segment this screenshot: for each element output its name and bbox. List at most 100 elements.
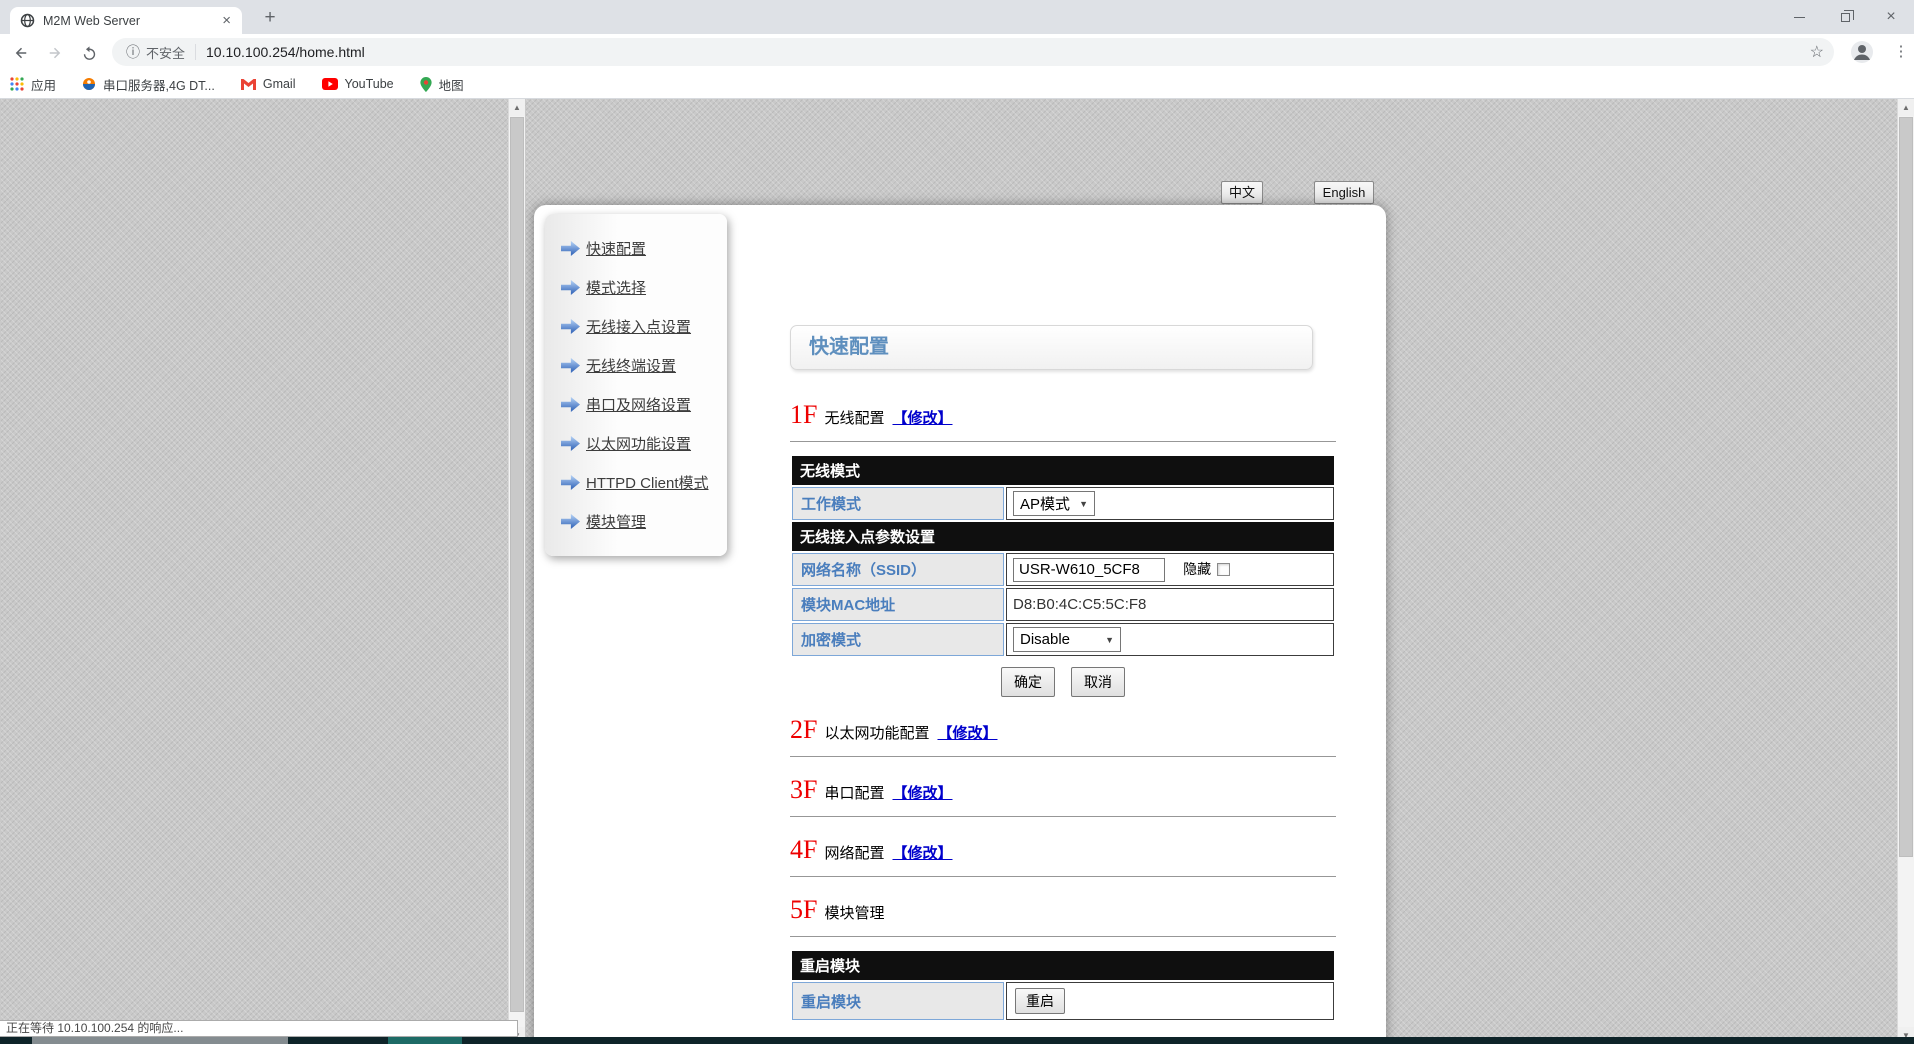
tab-title: M2M Web Server <box>43 14 219 28</box>
status-bar: 正在等待 10.10.100.254 的响应... <box>0 1020 518 1037</box>
floor-title: 以太网功能配置 <box>824 722 929 743</box>
right-frame-scrollbar[interactable]: ▲ ▼ <box>1897 99 1914 1044</box>
sidebar-item-label: 无线接入点设置 <box>586 316 691 337</box>
close-button[interactable]: × <box>1868 0 1914 34</box>
browser-menu-button[interactable]: ⋮ <box>1889 40 1913 64</box>
divider <box>790 936 1336 937</box>
work-mode-select[interactable]: AP模式 ▼ <box>1013 491 1095 516</box>
arrow-icon <box>561 475 580 490</box>
sidebar-item-label: 快速配置 <box>586 238 646 259</box>
english-language-button[interactable]: English <box>1314 181 1374 204</box>
maps-pin-icon <box>420 77 432 92</box>
floor-title: 无线配置 <box>824 407 884 428</box>
gmail-icon <box>241 78 256 90</box>
bottom-bar-segment <box>32 1037 288 1044</box>
scrollbar-thumb[interactable] <box>510 117 524 1012</box>
reload-button[interactable] <box>76 40 102 66</box>
modify-link[interactable]: 【修改】 <box>892 407 952 428</box>
bookmark-gmail[interactable]: Gmail <box>241 77 296 91</box>
profile-avatar[interactable] <box>1849 39 1875 65</box>
apps-grid-icon <box>10 77 24 91</box>
new-tab-button[interactable]: + <box>256 6 284 30</box>
hide-ssid-label: 隐藏 <box>1183 561 1211 577</box>
browser-window: M2M Web Server × + × ⓘ 不安全 10.10.100.254… <box>0 0 1914 1044</box>
restart-label: 重启模块 <box>792 982 1004 1020</box>
bookmark-youtube[interactable]: YouTube <box>322 77 394 91</box>
minimize-icon <box>1794 17 1805 18</box>
section-5f: 5F 模块管理 <box>790 895 1336 925</box>
floor-title: 网络配置 <box>824 842 884 863</box>
browser-toolbar: ⓘ 不安全 10.10.100.254/home.html ☆ ⋮ <box>0 34 1914 70</box>
floor-title: 串口配置 <box>824 782 884 803</box>
table-row: 模块MAC地址 D8:B0:4C:C5:5C:F8 <box>792 588 1334 621</box>
ok-button[interactable]: 确定 <box>1001 667 1055 697</box>
hide-ssid-checkbox[interactable] <box>1217 563 1230 576</box>
divider <box>790 816 1336 817</box>
page-title-box: 快速配置 <box>790 325 1313 370</box>
bottom-edge-bar <box>0 1037 1914 1044</box>
modify-link[interactable]: 【修改】 <box>892 782 952 803</box>
youtube-icon <box>322 78 338 90</box>
forward-button[interactable] <box>42 40 68 66</box>
sidebar-item-ap-settings[interactable]: 无线接入点设置 <box>561 316 727 337</box>
info-icon[interactable]: ⓘ <box>126 42 140 62</box>
work-mode-value: AP模式 <box>1020 493 1070 514</box>
arrow-icon <box>561 358 580 373</box>
arrow-icon <box>561 397 580 412</box>
tab-close-icon[interactable]: × <box>219 13 234 28</box>
ssid-input[interactable] <box>1013 558 1165 582</box>
bookmark-serial-server[interactable]: 串口服务器,4G DT... <box>82 75 215 94</box>
floor-number: 2F <box>790 715 817 745</box>
bookmark-apps[interactable]: 应用 <box>10 75 56 94</box>
tab-bar: M2M Web Server × + × <box>0 0 1914 34</box>
encryption-label: 加密模式 <box>792 623 1004 656</box>
section-4f: 4F 网络配置 【修改】 <box>790 835 1336 865</box>
table-header-wireless-mode: 无线模式 <box>792 456 1334 485</box>
modify-link[interactable]: 【修改】 <box>892 842 952 863</box>
left-frame-scrollbar[interactable]: ▲ ▼ <box>508 99 525 1044</box>
scroll-up-icon[interactable]: ▲ <box>1898 99 1914 116</box>
page-title: 快速配置 <box>809 336 889 358</box>
serial-server-favicon <box>82 77 96 91</box>
scrollbar-thumb[interactable] <box>1899 117 1913 857</box>
section-3f: 3F 串口配置 【修改】 <box>790 775 1336 805</box>
address-bar[interactable]: ⓘ 不安全 10.10.100.254/home.html ☆ <box>112 38 1834 66</box>
scroll-up-icon[interactable]: ▲ <box>509 99 525 116</box>
sidebar-item-ethernet[interactable]: 以太网功能设置 <box>561 433 727 454</box>
sidebar-item-label: 无线终端设置 <box>586 355 676 376</box>
browser-tab[interactable]: M2M Web Server × <box>10 7 242 34</box>
address-divider <box>195 44 196 60</box>
security-label: 不安全 <box>146 43 185 62</box>
wireless-config-table: 无线模式 工作模式 AP模式 ▼ 无线接入点参数设置 网络名称（SSID） <box>790 454 1336 658</box>
globe-favicon <box>20 13 35 28</box>
sidebar-item-quick-config[interactable]: 快速配置 <box>561 238 727 259</box>
divider <box>790 876 1336 877</box>
url-text[interactable]: 10.10.100.254/home.html <box>206 44 1810 60</box>
chinese-language-button[interactable]: 中文 <box>1221 181 1263 204</box>
table-header-ap-params: 无线接入点参数设置 <box>792 522 1334 551</box>
content-frame: 中文 English 快速配置 模式选择 无线接入点设置 <box>525 99 1897 1044</box>
sidebar-item-serial-network[interactable]: 串口及网络设置 <box>561 394 727 415</box>
close-icon: × <box>1886 9 1895 25</box>
minimize-button[interactable] <box>1776 0 1822 34</box>
cancel-button[interactable]: 取消 <box>1071 667 1125 697</box>
modify-link[interactable]: 【修改】 <box>937 722 997 743</box>
encryption-select[interactable]: Disable ▼ <box>1013 627 1121 652</box>
table-row: 工作模式 AP模式 ▼ <box>792 487 1334 520</box>
table-row: 加密模式 Disable ▼ <box>792 623 1334 656</box>
restore-button[interactable] <box>1822 0 1868 34</box>
sidebar-menu: 快速配置 模式选择 无线接入点设置 无线终端设置 串口及网络设置 <box>545 214 727 556</box>
sidebar-item-mode-select[interactable]: 模式选择 <box>561 277 727 298</box>
section-2f: 2F 以太网功能配置 【修改】 <box>790 715 1336 745</box>
sidebar-item-module-manage[interactable]: 模块管理 <box>561 511 727 532</box>
bookmark-star-icon[interactable]: ☆ <box>1810 42 1824 62</box>
bookmark-maps[interactable]: 地图 <box>420 75 464 94</box>
bookmark-label: 应用 <box>31 75 56 94</box>
restart-button[interactable]: 重启 <box>1015 988 1065 1014</box>
sidebar-item-sta-settings[interactable]: 无线终端设置 <box>561 355 727 376</box>
bookmark-label: 地图 <box>439 75 464 94</box>
back-button[interactable] <box>8 40 34 66</box>
sidebar-item-httpd-client[interactable]: HTTPD Client模式 <box>561 472 727 493</box>
work-mode-label: 工作模式 <box>792 487 1004 520</box>
arrow-icon <box>561 241 580 256</box>
